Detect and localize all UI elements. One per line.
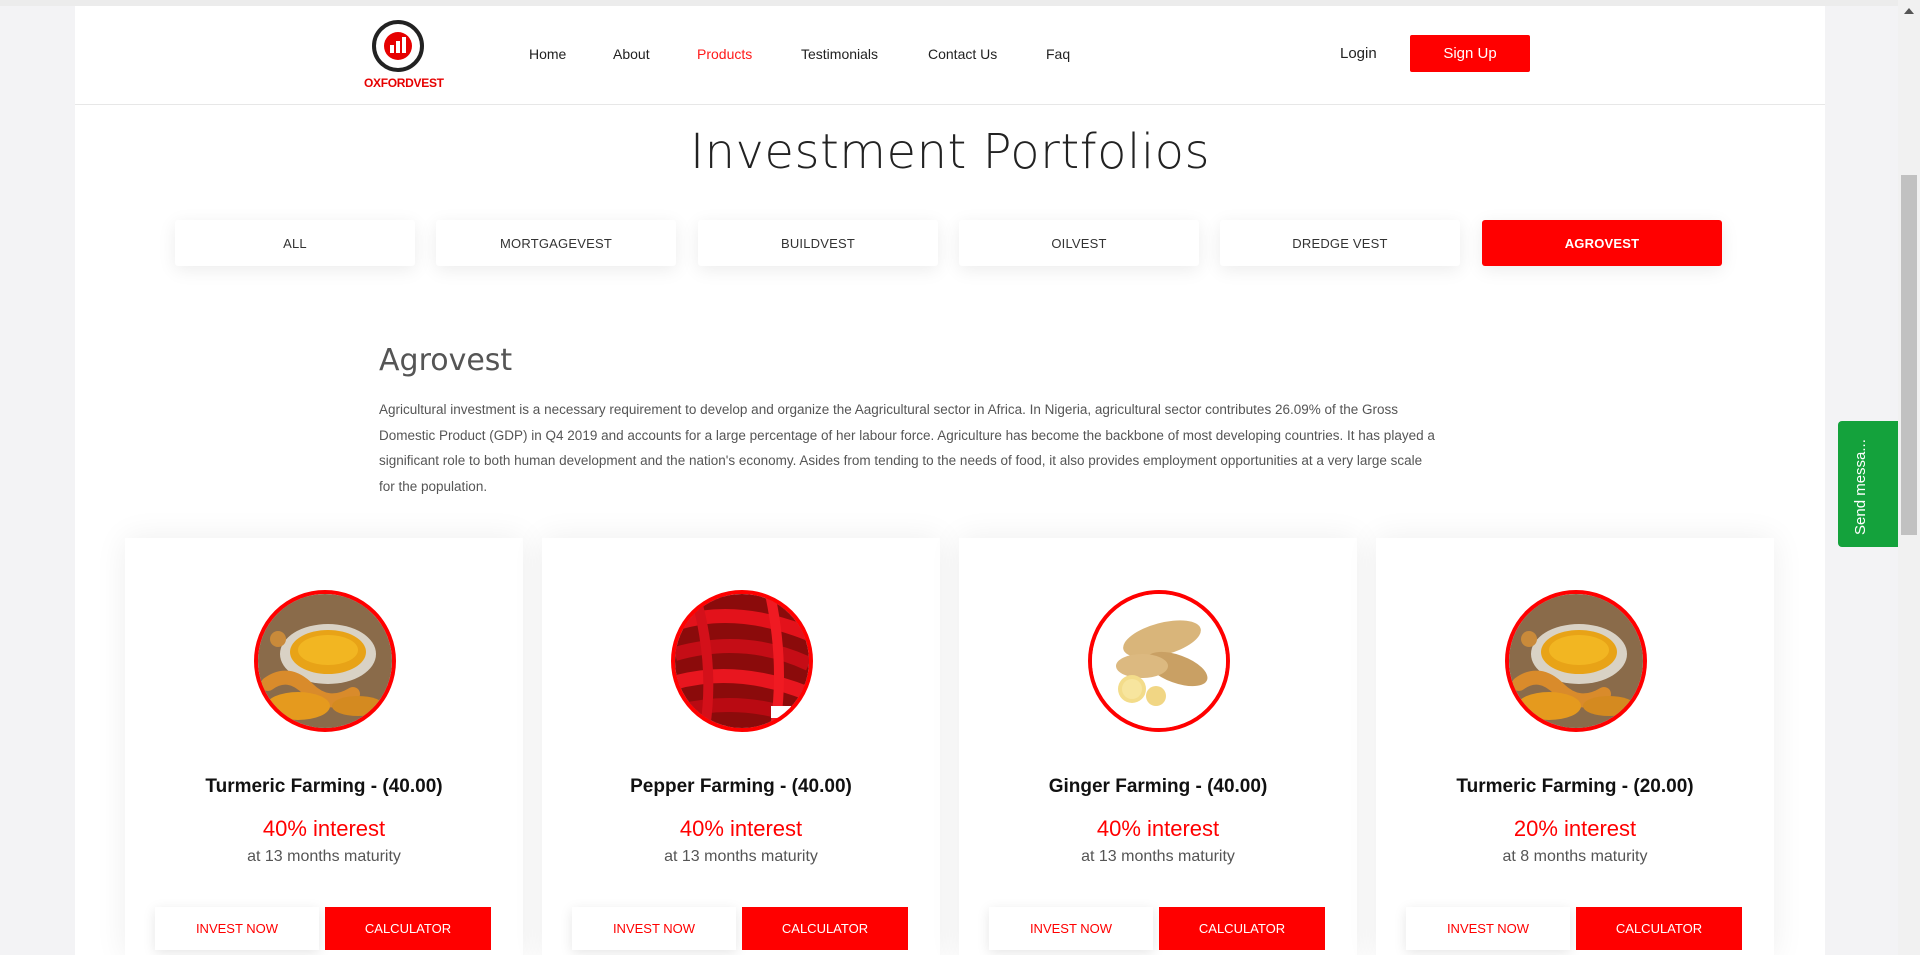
logo[interactable]: OXFORDVEST — [364, 20, 444, 94]
card-title: Turmeric Farming - (40.00) — [205, 776, 443, 797]
card-interest: 40% interest — [262, 816, 386, 841]
card-maturity: at 8 months maturity — [1502, 848, 1648, 865]
tab-oilvest[interactable]: OILVEST — [959, 220, 1199, 266]
signup-button[interactable]: Sign Up — [1410, 35, 1530, 72]
page-title: Investment Portfolios — [689, 124, 1211, 180]
tab-dredge-vest[interactable]: DREDGE VEST — [1220, 220, 1460, 266]
nav-faq[interactable]: Faq — [1046, 46, 1070, 62]
page: OXFORDVEST Home About Products Testimoni… — [75, 6, 1825, 955]
product-card: Turmeric Farming - (20.00) 20% interest … — [1376, 538, 1774, 955]
scrollbar[interactable] — [1898, 0, 1920, 955]
card-title: Pepper Farming - (40.00) — [630, 776, 852, 797]
card-maturity: at 13 months maturity — [1081, 848, 1235, 865]
product-card: Turmeric Farming - (40.00) 40% interest … — [125, 538, 523, 955]
calculator-button[interactable]: CALCULATOR — [1159, 907, 1325, 950]
turmeric-image — [254, 590, 396, 732]
logo-icon — [372, 20, 424, 72]
calculator-button[interactable]: CALCULATOR — [742, 907, 908, 950]
card-maturity: at 13 months maturity — [664, 848, 818, 865]
card-interest: 40% interest — [1096, 816, 1220, 841]
pepper-image — [671, 590, 813, 732]
calculator-button[interactable]: CALCULATOR — [325, 907, 491, 950]
invest-now-button[interactable]: INVEST NOW — [155, 907, 319, 950]
scroll-up-arrow-icon[interactable] — [1904, 8, 1914, 14]
nav-home[interactable]: Home — [529, 46, 566, 62]
card-maturity: at 13 months maturity — [247, 848, 401, 865]
login-link[interactable]: Login — [1340, 45, 1377, 62]
card-title: Turmeric Farming - (20.00) — [1456, 776, 1694, 797]
send-message-widget[interactable]: Send messa... — [1838, 421, 1898, 547]
card-interest: 20% interest — [1513, 816, 1637, 841]
site-header: OXFORDVEST Home About Products Testimoni… — [75, 6, 1825, 105]
card-interest: 40% interest — [679, 816, 803, 841]
tab-buildvest[interactable]: BUILDVEST — [698, 220, 938, 266]
nav-about[interactable]: About — [613, 46, 650, 62]
scrollbar-thumb[interactable] — [1901, 175, 1917, 535]
tab-mortgagevest[interactable]: MORTGAGEVEST — [436, 220, 676, 266]
logo-text: OXFORDVEST — [364, 76, 444, 90]
invest-now-button[interactable]: INVEST NOW — [1406, 907, 1570, 950]
turmeric-image — [1505, 590, 1647, 732]
invest-now-button[interactable]: INVEST NOW — [572, 907, 736, 950]
section-title: Agrovest — [379, 343, 513, 378]
nav-products[interactable]: Products — [697, 46, 752, 62]
invest-now-button[interactable]: INVEST NOW — [989, 907, 1153, 950]
tab-all[interactable]: ALL — [175, 220, 415, 266]
product-card: Pepper Farming - (40.00) 40% interest at… — [542, 538, 940, 955]
nav-testimonials[interactable]: Testimonials — [801, 46, 878, 62]
card-title: Ginger Farming - (40.00) — [1048, 776, 1268, 797]
nav-contact-us[interactable]: Contact Us — [928, 46, 997, 62]
section-description: Agricultural investment is a necessary r… — [379, 402, 1435, 494]
tab-agrovest[interactable]: AGROVEST — [1482, 220, 1722, 266]
send-message-label: Send messa... — [1852, 439, 1869, 535]
ginger-image — [1088, 590, 1230, 732]
calculator-button[interactable]: CALCULATOR — [1576, 907, 1742, 950]
product-card: Ginger Farming - (40.00) 40% interest at… — [959, 538, 1357, 955]
